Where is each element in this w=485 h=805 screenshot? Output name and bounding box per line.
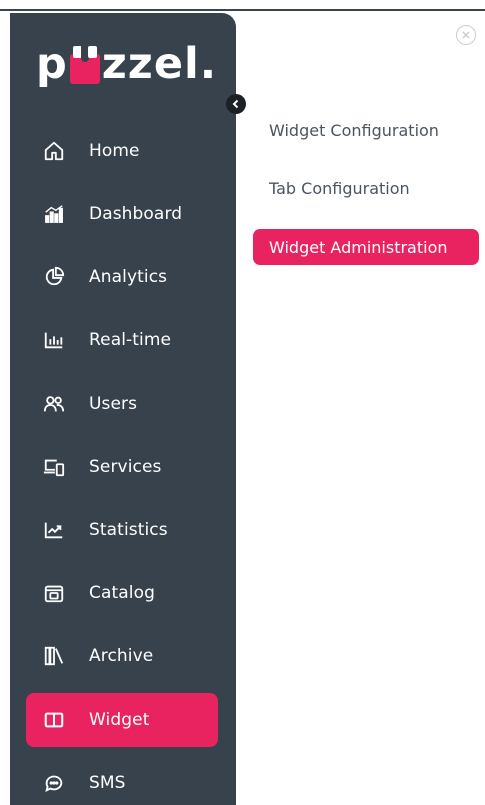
sidebar: p zzel. Home Dashboard Analytics Real-ti… xyxy=(10,13,236,805)
sidebar-item-label: Analytics xyxy=(89,267,168,287)
sidebar-item-real-time[interactable]: Real-time xyxy=(26,313,218,367)
close-button[interactable] xyxy=(456,25,476,45)
sidebar-item-sms[interactable]: SMS xyxy=(26,756,218,805)
archive-icon xyxy=(42,644,66,668)
dashboard-icon xyxy=(42,202,66,226)
sidebar-item-home[interactable]: Home xyxy=(26,124,218,178)
line-chart-icon xyxy=(42,518,66,542)
devices-icon xyxy=(42,455,66,479)
sidebar-item-label: Archive xyxy=(89,646,154,666)
widget-icon xyxy=(42,708,66,732)
collapse-sidebar-button[interactable] xyxy=(226,94,246,114)
sidebar-item-label: Dashboard xyxy=(89,204,183,224)
sidebar-item-users[interactable]: Users xyxy=(26,377,218,431)
sidebar-item-label: Catalog xyxy=(89,583,155,603)
sidebar-item-widget[interactable]: Widget xyxy=(26,693,218,747)
sidebar-item-label: Statistics xyxy=(89,520,168,540)
pie-chart-icon xyxy=(42,265,66,289)
sidebar-item-label: SMS xyxy=(89,773,126,793)
sidebar-item-archive[interactable]: Archive xyxy=(26,629,218,683)
sidebar-item-analytics[interactable]: Analytics xyxy=(26,250,218,304)
sidebar-item-statistics[interactable]: Statistics xyxy=(26,503,218,557)
bar-chart-icon xyxy=(42,328,66,352)
logo-suffix: zzel. xyxy=(101,39,218,89)
sidebar-item-label: Home xyxy=(89,141,140,161)
logo-mark-icon xyxy=(69,45,100,84)
sidebar-item-catalog[interactable]: Catalog xyxy=(26,566,218,620)
sidebar-item-label: Users xyxy=(89,394,138,414)
submenu-item-widget-administration[interactable]: Widget Administration xyxy=(253,229,479,265)
home-icon xyxy=(42,139,66,163)
submenu-item-widget-configuration[interactable]: Widget Configuration xyxy=(253,112,479,148)
users-icon xyxy=(42,392,66,416)
sidebar-item-services[interactable]: Services xyxy=(26,440,218,494)
sidebar-item-dashboard[interactable]: Dashboard xyxy=(26,187,218,241)
close-icon xyxy=(462,31,470,39)
puzzel-logo[interactable]: p zzel. xyxy=(36,39,217,89)
sidebar-item-label: Services xyxy=(89,457,162,477)
chevron-left-icon xyxy=(232,99,239,109)
catalog-icon xyxy=(42,581,66,605)
sidebar-item-label: Widget xyxy=(89,710,150,730)
sidebar-item-label: Real-time xyxy=(89,330,172,350)
app-frame: p zzel. Home Dashboard Analytics Real-ti… xyxy=(0,0,485,805)
submenu-item-tab-configuration[interactable]: Tab Configuration xyxy=(253,170,479,206)
top-divider xyxy=(0,9,485,11)
logo-prefix: p xyxy=(36,39,68,89)
sms-icon xyxy=(42,771,66,795)
